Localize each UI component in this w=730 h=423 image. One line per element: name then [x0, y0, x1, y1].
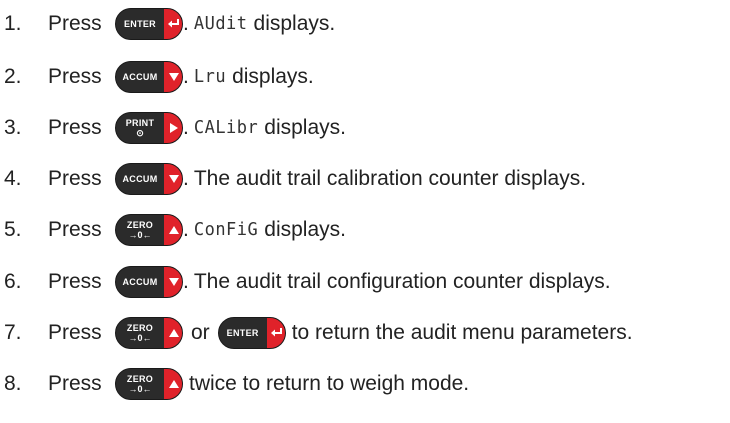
down-arrow-icon: [164, 267, 182, 297]
up-arrow-icon: [164, 369, 182, 399]
press-label: Press: [48, 167, 102, 190]
display-code: CALibr: [193, 117, 259, 139]
press-label: Press: [48, 218, 102, 241]
step-text: The audit trail configuration counter di…: [193, 270, 611, 293]
step-text: displays.: [264, 116, 346, 139]
step-text: displays.: [232, 65, 314, 88]
key-label: ENTER: [226, 327, 259, 338]
step-4: 4. Press ACCUM . The audit trail calibra…: [0, 159, 730, 199]
step-number: 5.: [4, 218, 22, 241]
press-label: Press: [48, 372, 102, 395]
step-number: 2.: [4, 65, 22, 88]
zero-symbol-icon: →0←: [128, 383, 152, 394]
step-2: 2. Press ACCUM . Lru displays.: [0, 57, 730, 97]
step-7: 7. Press ZERO →0← or ENTER to return the…: [0, 313, 730, 353]
zero-symbol-icon: →0←: [128, 332, 152, 343]
down-arrow-icon: [164, 164, 182, 194]
enter-key-button[interactable]: ENTER: [115, 8, 183, 40]
zero-key-button[interactable]: ZERO →0←: [115, 368, 183, 400]
key-label: ACCUM: [122, 173, 158, 184]
press-label: Press: [48, 12, 102, 35]
key-label: ZERO: [126, 322, 154, 333]
down-arrow-icon: [164, 62, 182, 92]
step-text: The audit trail calibration counter disp…: [193, 167, 587, 190]
display-code: AUdit: [193, 13, 248, 35]
up-arrow-icon: [164, 318, 182, 348]
up-arrow-icon: [164, 215, 182, 245]
step-text: displays.: [253, 12, 336, 35]
accum-key-button[interactable]: ACCUM: [115, 266, 183, 298]
press-label: Press: [48, 270, 102, 293]
step-8: 8. Press ZERO →0← twice to return to wei…: [0, 364, 730, 404]
step-number: 8.: [4, 372, 22, 395]
key-label: ENTER: [123, 18, 156, 29]
key-label: ZERO: [126, 219, 154, 230]
zero-key-button[interactable]: ZERO →0←: [115, 214, 183, 246]
step-number: 7.: [4, 321, 22, 344]
enter-icon: [164, 9, 182, 39]
press-label: Press: [48, 116, 102, 139]
print-key-button[interactable]: PRINT ⊙: [115, 112, 183, 144]
key-label: ZERO: [126, 373, 154, 384]
step-text: to return the audit menu parameters.: [291, 321, 633, 344]
right-arrow-icon: [164, 113, 182, 143]
accum-key-button[interactable]: ACCUM: [115, 61, 183, 93]
accum-key-button[interactable]: ACCUM: [115, 163, 183, 195]
print-symbol-icon: ⊙: [136, 127, 144, 138]
step-number: 6.: [4, 270, 22, 293]
enter-icon: [266, 318, 285, 348]
step-6: 6. Press ACCUM . The audit trail configu…: [0, 262, 730, 302]
display-code: Lru: [193, 66, 227, 88]
zero-key-button[interactable]: ZERO →0←: [115, 317, 183, 349]
step-1: 1. Press ENTER . AUdit displays.: [0, 4, 730, 44]
step-3: 3. Press PRINT ⊙ . CALibr displays.: [0, 108, 730, 148]
key-label: ACCUM: [122, 276, 158, 287]
or-text: or: [191, 321, 210, 344]
step-number: 3.: [4, 116, 22, 139]
enter-key-button[interactable]: ENTER: [217, 317, 286, 349]
key-label: PRINT: [125, 117, 155, 128]
step-number: 1.: [4, 12, 22, 35]
press-label: Press: [48, 65, 102, 88]
press-label: Press: [48, 321, 102, 344]
step-number: 4.: [4, 167, 22, 190]
display-code: ConFiG: [193, 219, 259, 241]
key-label: ACCUM: [122, 71, 158, 82]
step-5: 5. Press ZERO →0← . ConFiG displays.: [0, 210, 730, 250]
zero-symbol-icon: →0←: [128, 229, 152, 240]
step-text: displays.: [264, 218, 346, 241]
step-text: twice to return to weigh mode.: [189, 372, 470, 395]
